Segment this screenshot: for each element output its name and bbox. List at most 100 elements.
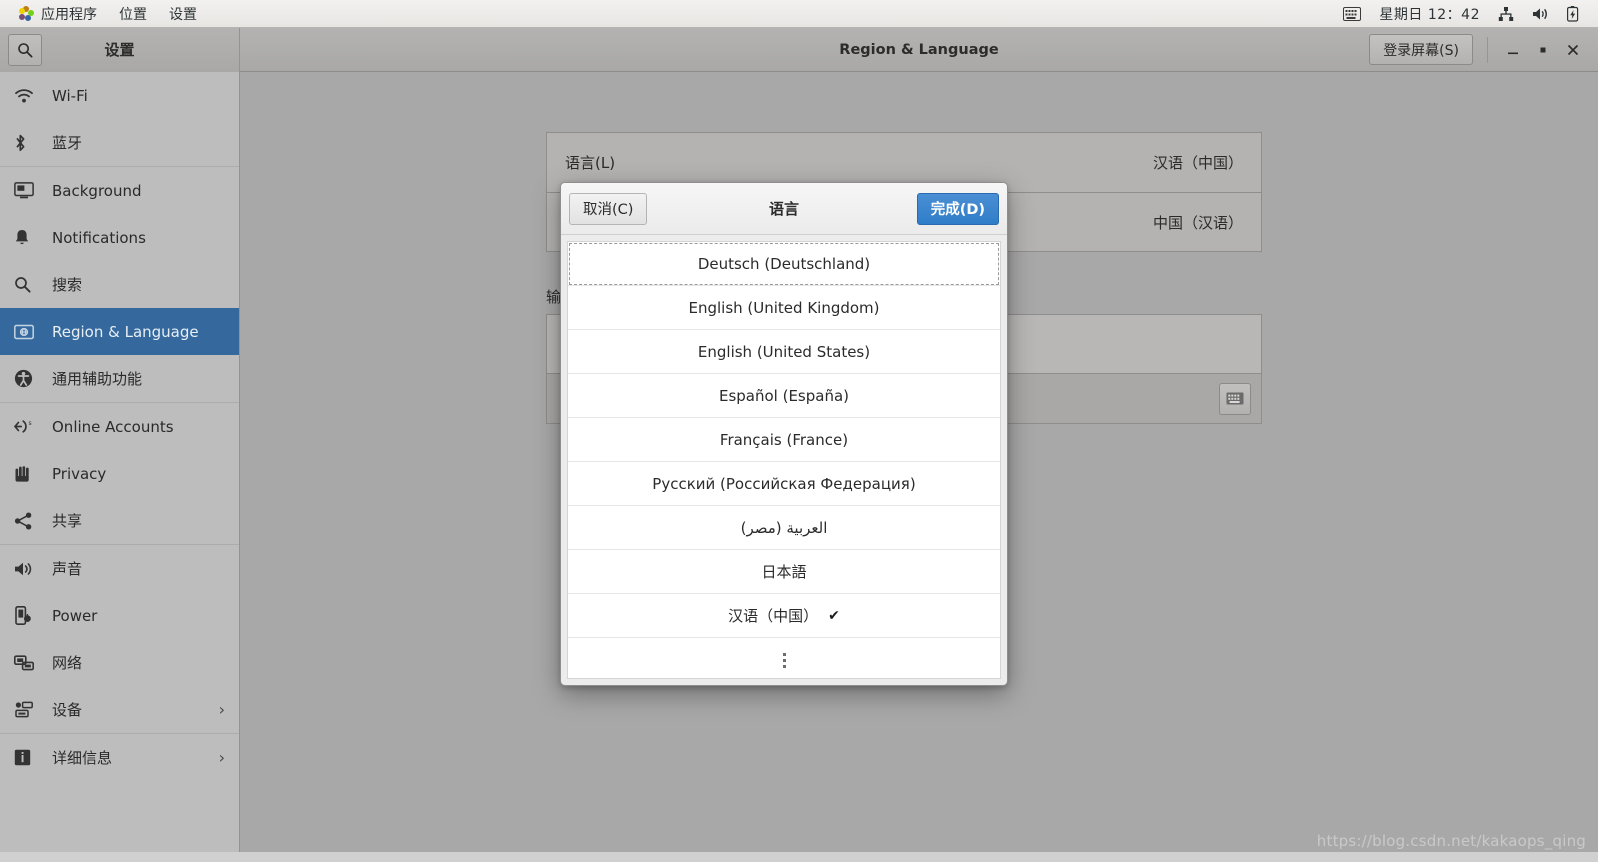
devices-icon (14, 701, 40, 718)
keyboard-icon (1226, 392, 1244, 405)
sidebar-item-notifications[interactable]: Notifications (0, 214, 239, 261)
sidebar-item-[interactable]: 蓝牙 (0, 119, 239, 166)
sidebar-item-label: 声音 (52, 560, 83, 578)
sidebar-item-label: Wi-Fi (52, 86, 88, 105)
window-bottom-strip (0, 852, 1598, 862)
bell-icon (14, 229, 40, 247)
sidebar-item-[interactable]: 声音 (0, 545, 239, 592)
language-option[interactable]: Русский (Российская Федерация) (568, 462, 1000, 506)
volume-icon (1532, 7, 1549, 21)
sidebar-item-label: 搜索 (52, 276, 83, 294)
chevron-right-icon: › (218, 748, 225, 767)
language-option-label: العربية (مصر) (740, 518, 828, 537)
network-indicator[interactable] (1489, 0, 1523, 27)
check-icon: ✔ (828, 607, 840, 624)
language-option-label: English (United Kingdom) (688, 298, 880, 317)
sidebar-item-label: Privacy (52, 464, 107, 483)
sidebar-item-[interactable]: 通用辅助功能 (0, 355, 239, 402)
language-option[interactable]: العربية (مصر) (568, 506, 1000, 550)
language-option[interactable]: 汉语（中国） ✔ (568, 594, 1000, 638)
keyboard-layout-button[interactable] (1219, 382, 1251, 415)
network-icon (14, 654, 40, 671)
maximize-button[interactable] (1528, 35, 1558, 65)
wifi-icon (14, 88, 40, 104)
language-option[interactable]: Deutsch (Deutschland) (568, 242, 1000, 286)
language-option[interactable]: Español (España) (568, 374, 1000, 418)
show-more-languages[interactable] (568, 638, 1000, 678)
keyboard-icon (1343, 6, 1362, 21)
sidebar-item-privacy[interactable]: Privacy (0, 450, 239, 497)
svg-text:s: s (29, 420, 32, 427)
sidebar-item-label: 共享 (52, 512, 83, 530)
gnome-top-bar: 应用程序 位置 设置 星期日 12：42 (0, 0, 1598, 28)
titlebar-actions: 登录屏幕(S) (1369, 28, 1598, 72)
sidebar-item-label: Background (52, 181, 142, 200)
sidebar-item-wi-fi[interactable]: Wi-Fi (0, 72, 239, 119)
keyboard-indicator[interactable] (1334, 0, 1370, 27)
privacy-hand-icon (14, 465, 40, 483)
sidebar-item-label: 网络 (52, 654, 83, 672)
applications-icon (19, 6, 34, 21)
sidebar-item-[interactable]: 共享 (0, 497, 239, 544)
more-vertical-icon (782, 652, 786, 668)
login-screen-button[interactable]: 登录屏幕(S) (1369, 34, 1473, 65)
sidebar-item-[interactable]: 设备 › (0, 686, 239, 733)
sidebar-item-label: 通用辅助功能 (52, 370, 143, 388)
top-bar-left: 应用程序 位置 设置 (0, 0, 208, 27)
power-icon (14, 606, 40, 625)
minimize-button[interactable] (1498, 35, 1528, 65)
language-option-label: 日本語 (761, 563, 807, 581)
row-language-value: 汉语（中国） (1152, 154, 1243, 172)
language-option[interactable]: 日本語 (568, 550, 1000, 594)
close-button[interactable] (1558, 35, 1588, 65)
sidebar-header: 设置 (0, 27, 240, 72)
places-menu[interactable]: 位置 (108, 0, 158, 27)
share-icon (14, 512, 40, 530)
dialog-done-button[interactable]: 完成(D) (916, 192, 999, 225)
language-option-label: Français (France) (719, 430, 849, 449)
sidebar-item-label: Region & Language (52, 322, 199, 341)
language-list[interactable]: Deutsch (Deutschland) English (United Kin… (567, 241, 1001, 679)
sidebar-item-region-language[interactable]: Region & Language (0, 308, 239, 355)
info-icon (14, 749, 40, 766)
places-menu-label: 位置 (119, 6, 147, 23)
window-title-area: Region & Language 登录屏幕(S) (240, 28, 1598, 72)
volume-indicator[interactable] (1523, 0, 1558, 27)
clock[interactable]: 星期日 12：42 (1370, 0, 1489, 27)
battery-icon (1567, 5, 1579, 22)
clock-label: 星期日 12：42 (1379, 6, 1480, 23)
sidebar-list: Wi-Fi 蓝牙 Background Notifications 搜索 Region &… (0, 72, 239, 781)
system-settings-menu[interactable]: 设置 (158, 0, 208, 27)
top-bar-right: 星期日 12：42 (1334, 0, 1598, 27)
sidebar-item-[interactable]: 详细信息 › (0, 734, 239, 781)
sidebar-item-online-accounts[interactable]: s Online Accounts (0, 403, 239, 450)
page-title: Region & Language (839, 41, 999, 58)
language-option[interactable]: English (United States) (568, 330, 1000, 374)
row-language-label: 语言(L) (565, 154, 616, 172)
language-dialog: 取消(C) 语言 完成(D) Deutsch (Deutschland) Engl… (560, 182, 1008, 686)
sidebar-item-[interactable]: 网络 (0, 639, 239, 686)
language-option[interactable]: Français (France) (568, 418, 1000, 462)
background-icon (14, 182, 40, 199)
sidebar-item-power[interactable]: Power (0, 592, 239, 639)
language-option[interactable]: English (United Kingdom) (568, 286, 1000, 330)
applications-menu[interactable]: 应用程序 (8, 0, 108, 27)
sidebar-item-[interactable]: 搜索 (0, 261, 239, 308)
battery-indicator[interactable] (1558, 0, 1588, 27)
accessibility-icon (14, 369, 40, 388)
settings-sidebar[interactable]: Wi-Fi 蓝牙 Background Notifications 搜索 Region &… (0, 72, 240, 862)
online-accounts-icon: s (14, 418, 40, 435)
sidebar-item-background[interactable]: Background (0, 167, 239, 214)
language-option-label: 汉语（中国） (728, 607, 819, 625)
system-settings-menu-label: 设置 (169, 6, 197, 23)
search-icon (14, 276, 40, 293)
dialog-cancel-button[interactable]: 取消(C) (569, 192, 648, 225)
search-button[interactable] (8, 33, 42, 66)
sound-icon (14, 561, 40, 577)
sidebar-item-label: 设备 (52, 701, 83, 719)
window-titlebar: 设置 Region & Language 登录屏幕(S) (0, 27, 1598, 72)
language-option-label: Deutsch (Deutschland) (697, 254, 871, 273)
search-icon (17, 42, 33, 58)
language-option-label: Русский (Российская Федерация) (652, 474, 916, 493)
titlebar-divider (1487, 36, 1488, 63)
